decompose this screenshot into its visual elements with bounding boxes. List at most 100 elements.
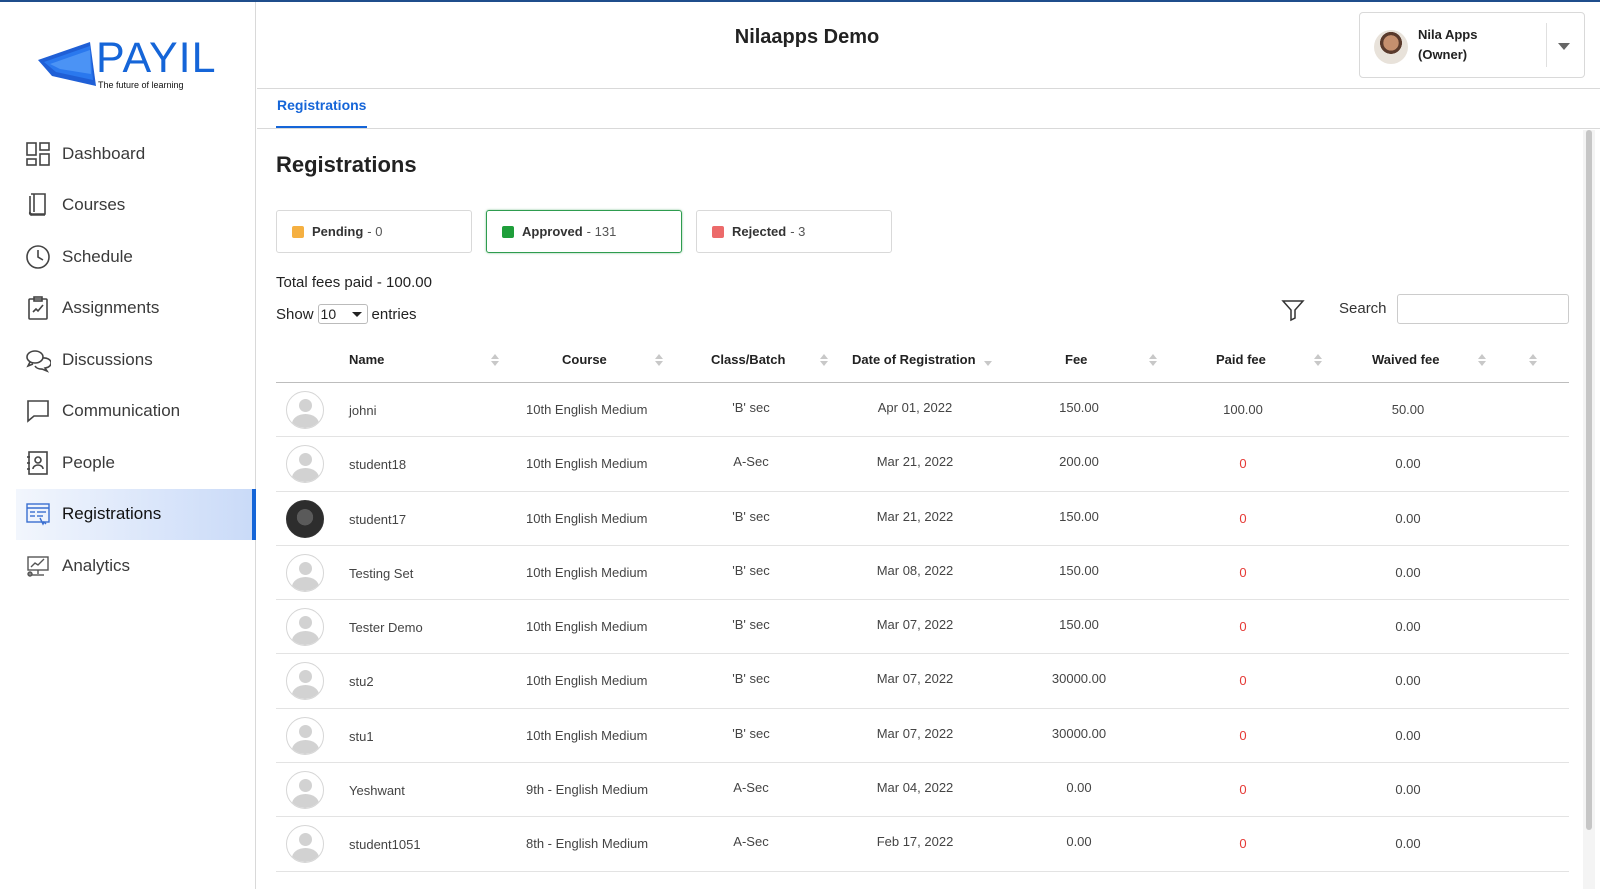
table-row[interactable]: student1051 8th - English Medium A-Sec F… <box>276 817 1569 872</box>
avatar <box>286 608 324 647</box>
search-input[interactable] <box>1397 294 1569 324</box>
column-header-fee[interactable]: Fee <box>1065 352 1087 367</box>
sort-icon[interactable] <box>820 354 828 368</box>
sidebar-item-people[interactable]: People <box>0 437 256 489</box>
filter-icon[interactable] <box>1281 298 1305 322</box>
column-header-waived-fee[interactable]: Waived fee <box>1372 352 1439 367</box>
avatar <box>286 662 324 701</box>
table-row[interactable]: student17 10th English Medium 'B' sec Ma… <box>276 492 1569 546</box>
course: 10th English Medium <box>526 727 648 743</box>
brand-name: PAYIL <box>96 34 217 82</box>
student-name: Tester Demo <box>349 620 423 636</box>
sort-icon[interactable] <box>1478 354 1486 368</box>
sidebar-item-communication[interactable]: Communication <box>0 386 256 438</box>
sidebar-item-label: Schedule <box>62 246 133 266</box>
sort-icon[interactable] <box>655 354 663 368</box>
registration-date: Mar 07, 2022 <box>876 671 954 687</box>
chevron-down-icon[interactable] <box>1558 43 1570 50</box>
waived-fee: 50.00 <box>1391 402 1425 417</box>
avatar <box>286 716 324 755</box>
top-header: Nilaapps Demo Nila Apps (Owner) <box>257 2 1600 89</box>
page-title: Registrations <box>276 152 417 177</box>
column-header-paid-fee[interactable]: Paid fee <box>1216 352 1266 367</box>
course: 10th English Medium <box>526 456 648 472</box>
paid-fee: 0 <box>1239 510 1247 526</box>
sort-icon[interactable] <box>1529 354 1537 368</box>
course: 10th English Medium <box>526 673 648 689</box>
column-header-date[interactable]: Date of Registration <box>852 352 976 367</box>
clipboard-icon <box>24 294 52 322</box>
paid-fee: 100.00 <box>1223 402 1263 417</box>
user-name: Nila Apps (Owner) <box>1418 25 1477 65</box>
class-batch: 'B' sec <box>732 508 770 524</box>
scrollbar-thumb[interactable] <box>1586 130 1592 830</box>
dashboard-icon <box>24 140 52 168</box>
sidebar-item-discussions[interactable]: Discussions <box>0 334 256 386</box>
sidebar-item-schedule[interactable]: Schedule <box>0 231 256 283</box>
sidebar-item-assignments[interactable]: Assignments <box>0 283 256 335</box>
avatar <box>286 445 324 484</box>
table-row[interactable]: stu2 10th English Medium 'B' sec Mar 07,… <box>276 654 1569 709</box>
table-row[interactable]: Tester Demo 10th English Medium 'B' sec … <box>276 600 1569 655</box>
column-header-class-batch[interactable]: Class/Batch <box>711 352 785 367</box>
sort-desc-icon[interactable] <box>984 354 992 368</box>
waived-fee: 0.00 <box>1395 673 1421 689</box>
sidebar-item-label: Assignments <box>62 298 160 318</box>
sort-icon[interactable] <box>1149 354 1157 368</box>
table-row[interactable]: student18 10th English Medium A-Sec Mar … <box>276 437 1569 492</box>
status-count: - 3 <box>790 224 806 239</box>
table-row[interactable]: Testing Set 10th English Medium 'B' sec … <box>276 546 1569 601</box>
registration-form-icon <box>24 500 52 528</box>
sidebar-nav: Dashboard Courses Schedule Assignments D… <box>0 128 256 592</box>
approved-status-dot <box>502 225 514 238</box>
user-menu[interactable]: Nila Apps (Owner) <box>1359 12 1585 78</box>
user-avatar <box>1374 30 1408 64</box>
sidebar-item-label: Courses <box>62 195 126 215</box>
status-card-pending[interactable]: Pending - 0 <box>276 210 472 253</box>
tab-registrations[interactable]: Registrations <box>276 97 368 128</box>
fee: 150.00 <box>1059 617 1099 633</box>
sidebar-item-label: Registrations <box>62 504 162 524</box>
message-icon <box>24 397 52 425</box>
column-header-name[interactable]: Name <box>349 352 384 367</box>
table-row[interactable]: Yeshwant 9th - English Medium A-Sec Mar … <box>276 763 1569 818</box>
table-row[interactable]: stu1 10th English Medium 'B' sec Mar 07,… <box>276 709 1569 764</box>
user-menu-divider <box>1546 23 1547 67</box>
total-fees-paid: Total fees paid - 100.00 <box>276 274 432 291</box>
avatar <box>286 553 324 592</box>
sidebar-item-registrations[interactable]: Registrations <box>16 488 256 540</box>
waived-fee: 0.00 <box>1395 782 1421 798</box>
logo-mark-icon <box>38 42 96 86</box>
waived-fee: 0.00 <box>1395 836 1421 852</box>
sidebar-item-analytics[interactable]: Analytics <box>0 540 256 592</box>
class-batch: A-Sec <box>733 454 769 470</box>
fee: 0.00 <box>1066 780 1092 796</box>
payil-logo[interactable]: PAYIL The future of learning <box>38 34 218 92</box>
status-count: - 131 <box>586 224 617 239</box>
entries-select[interactable]: 10 <box>317 304 368 324</box>
book-icon <box>24 191 52 219</box>
status-count: - 0 <box>367 224 383 239</box>
status-card-rejected[interactable]: Rejected - 3 <box>696 210 892 253</box>
course: 10th English Medium <box>526 564 648 580</box>
user-display-name: Nila Apps <box>1418 27 1478 42</box>
sidebar-item-label: People <box>62 452 115 472</box>
column-header-course[interactable]: Course <box>562 352 607 367</box>
fee: 30000.00 <box>1051 725 1107 741</box>
sort-icon[interactable] <box>1314 354 1322 368</box>
show-entries: Show 10 entries <box>276 304 417 324</box>
sidebar-item-dashboard[interactable]: Dashboard <box>0 128 256 180</box>
paid-fee: 0 <box>1239 836 1247 852</box>
vertical-scrollbar[interactable] <box>1583 130 1595 889</box>
registration-date: Feb 17, 2022 <box>876 834 954 850</box>
registration-date: Mar 21, 2022 <box>876 454 954 470</box>
waived-fee: 0.00 <box>1395 510 1421 526</box>
paid-fee: 0 <box>1239 727 1247 743</box>
status-card-approved[interactable]: Approved - 131 <box>486 210 682 253</box>
sidebar-item-courses[interactable]: Courses <box>0 180 256 232</box>
student-name: student18 <box>349 457 407 473</box>
sort-icon[interactable] <box>491 354 499 368</box>
fee: 0.00 <box>1066 834 1092 850</box>
student-name: student17 <box>349 511 407 527</box>
table-row[interactable]: johni 10th English Medium 'B' sec Apr 01… <box>276 383 1569 438</box>
